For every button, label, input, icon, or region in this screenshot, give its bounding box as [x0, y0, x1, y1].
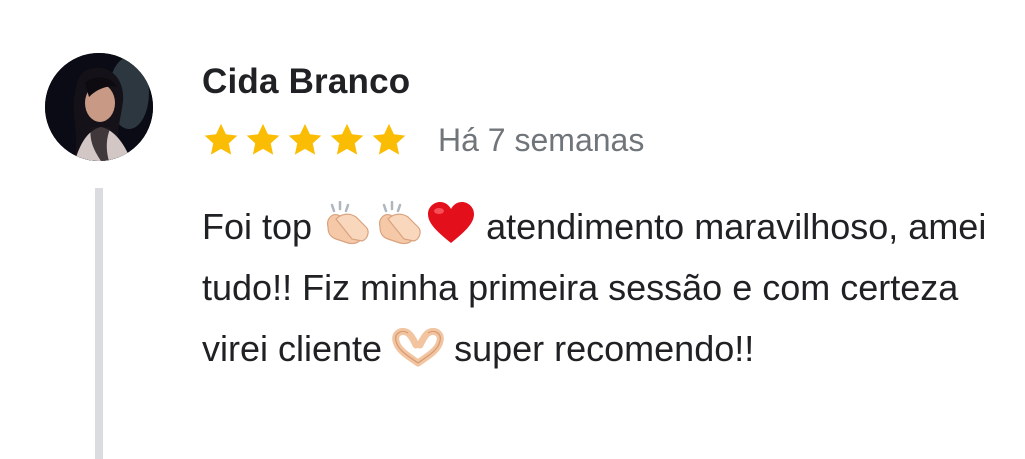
author-name[interactable]: Cida Branco — [202, 58, 410, 106]
quote-divider — [95, 188, 103, 459]
review-text-part-3: super recomendo!! — [444, 328, 755, 369]
review-text: Foi top atendimento maravilhoso, amei tu… — [202, 196, 1012, 379]
heart-hands-icon — [392, 327, 444, 367]
review-text-part-1: Foi top — [202, 206, 323, 247]
review-card: Cida Branco Há 7 semanas Foi top atendim… — [0, 0, 1025, 459]
star-rating — [202, 121, 408, 159]
star-icon — [204, 123, 238, 155]
rating-row: Há 7 semanas — [202, 118, 644, 162]
review-date: Há 7 semanas — [438, 122, 645, 158]
clapping-hands-icon — [379, 201, 421, 245]
star-icon — [288, 123, 322, 155]
clapping-hands-icon — [327, 201, 369, 245]
star-icon — [372, 123, 406, 155]
star-icon — [246, 123, 280, 155]
red-heart-icon — [428, 202, 475, 243]
avatar[interactable] — [45, 53, 153, 161]
avatar-image — [45, 53, 153, 161]
star-icon — [330, 123, 364, 155]
